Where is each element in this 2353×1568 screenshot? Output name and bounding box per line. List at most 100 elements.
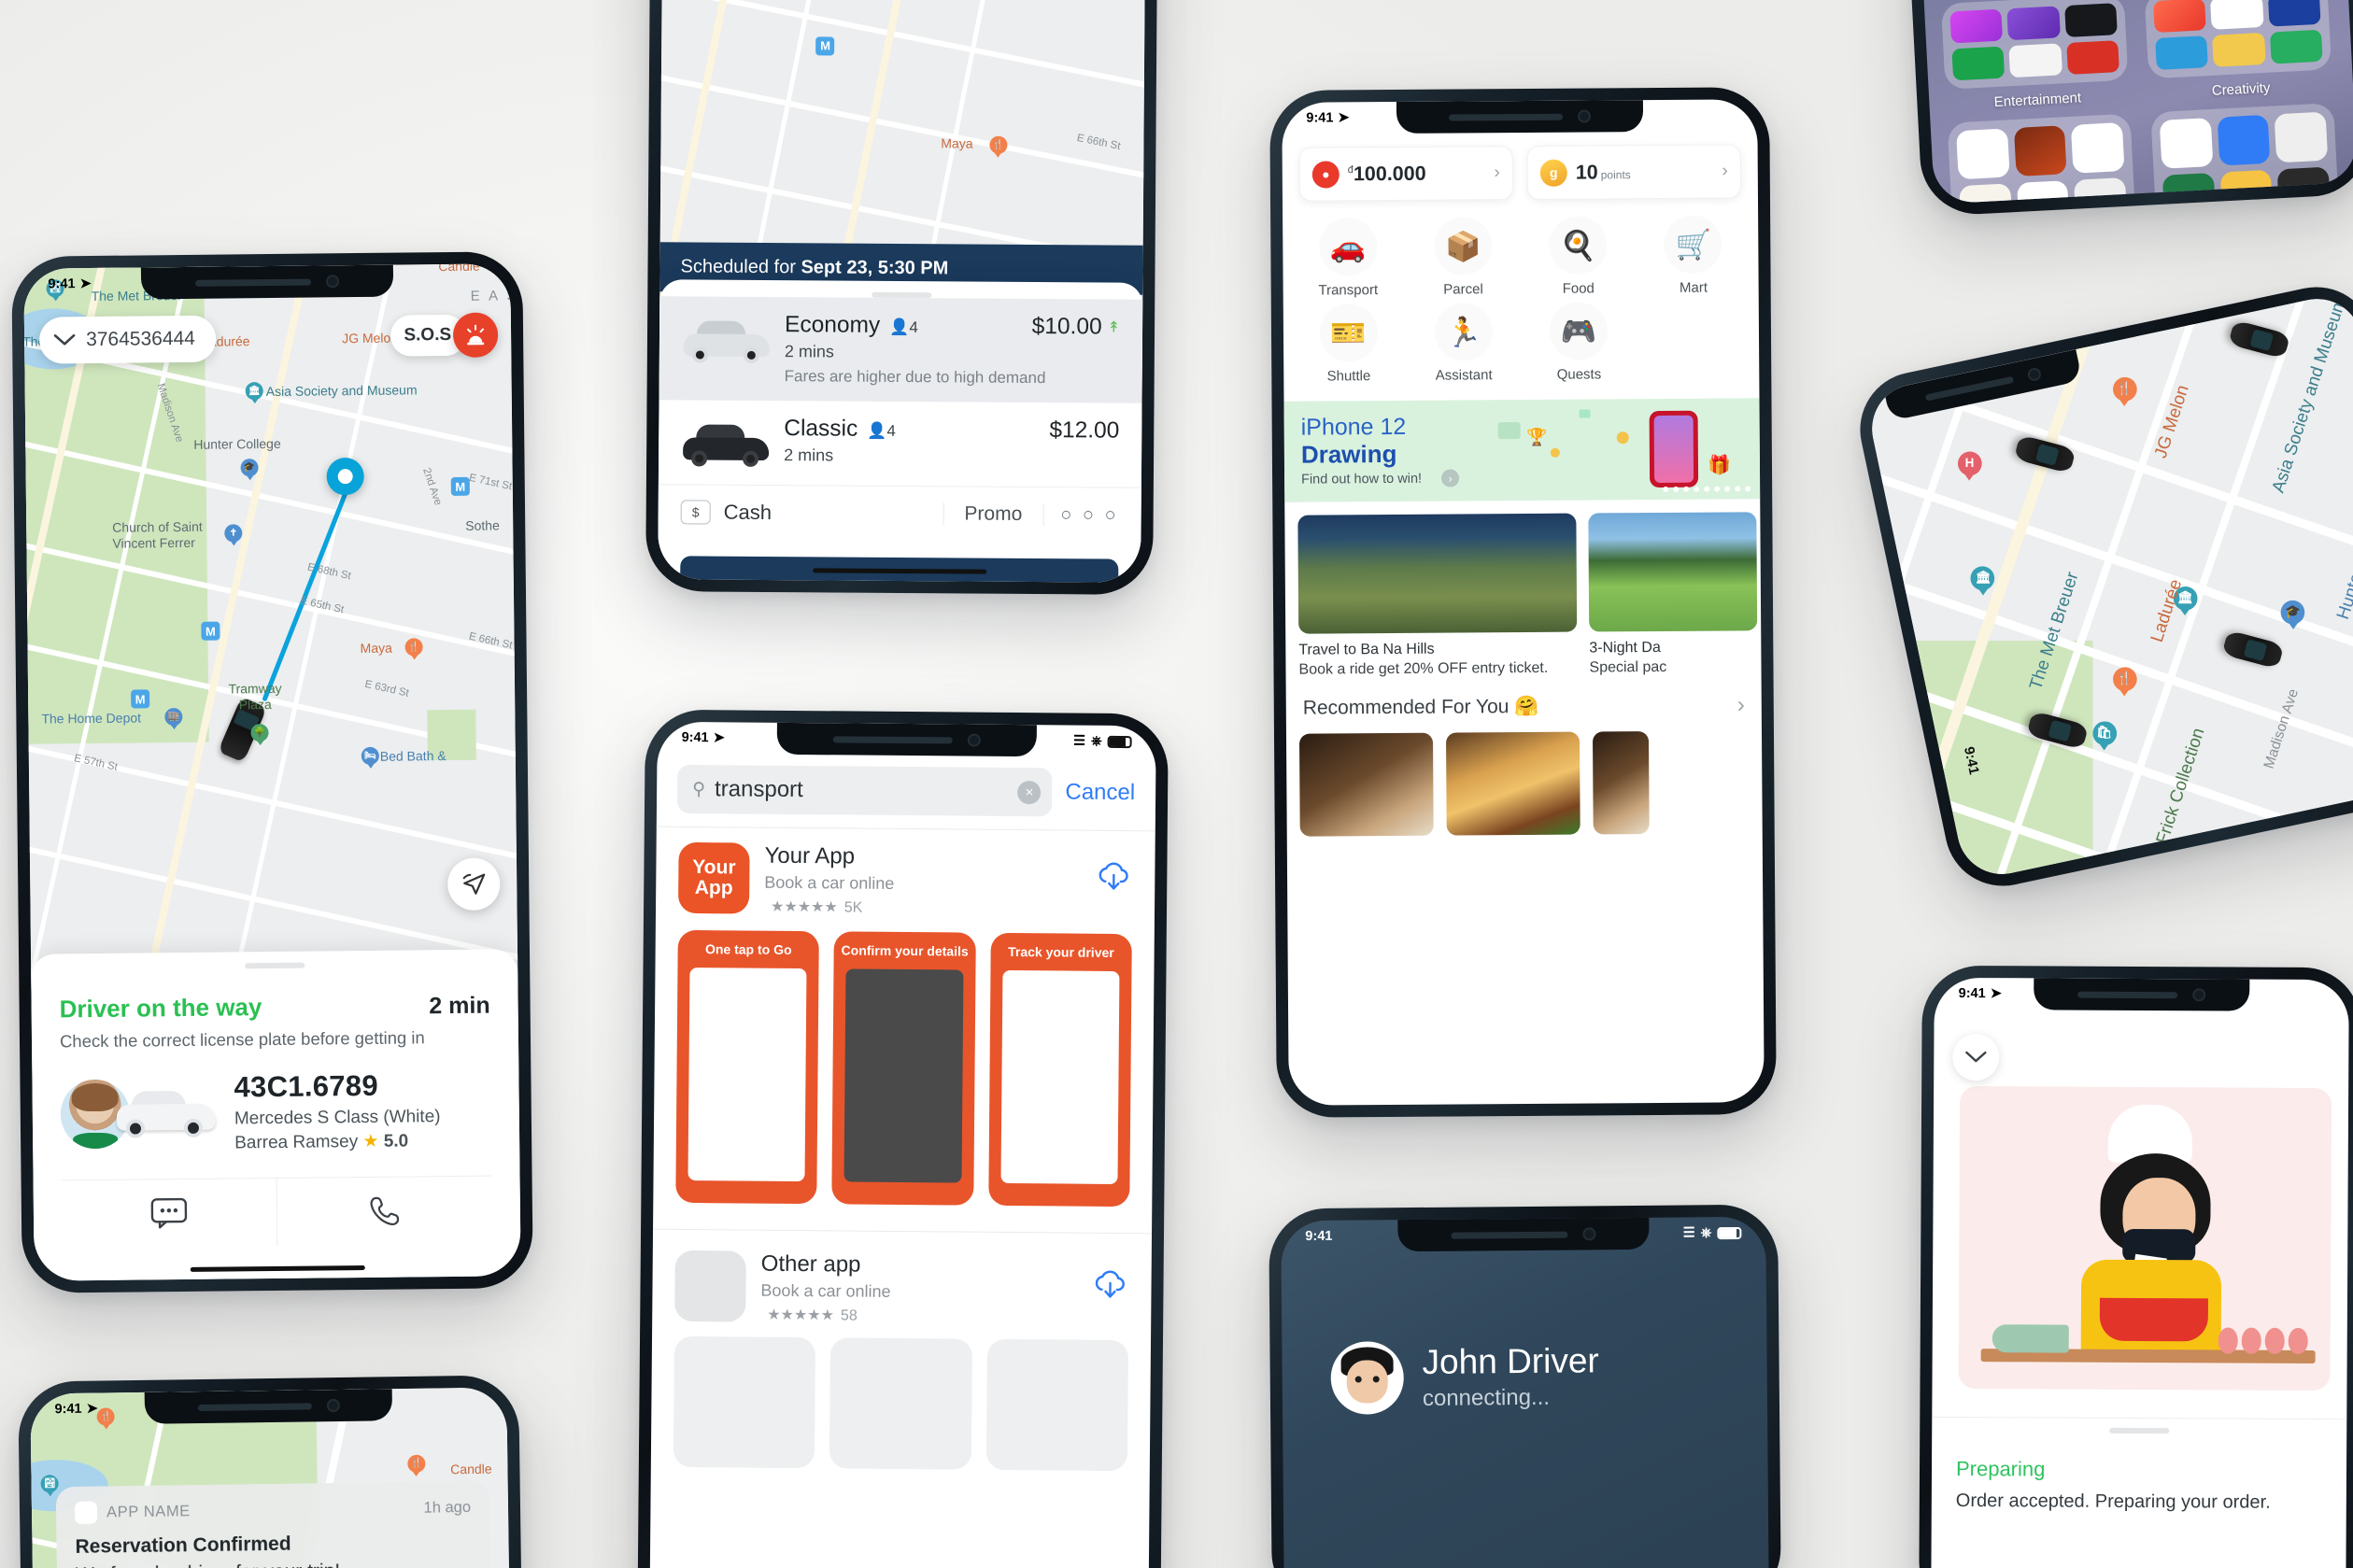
app-icon-google-maps[interactable]: [2159, 118, 2214, 169]
folder-creativity[interactable]: Creativity: [2144, 0, 2333, 102]
travel-image: [1297, 513, 1578, 634]
chevron-right-icon[interactable]: ›: [1737, 692, 1745, 718]
app-icon-other-app: [674, 1250, 746, 1322]
app-icon: [2210, 0, 2264, 30]
app-icon[interactable]: [2162, 172, 2217, 205]
sos-control[interactable]: S.O.S: [390, 312, 499, 358]
clear-search-icon[interactable]: ×: [1017, 780, 1042, 804]
app-icon-google-translate[interactable]: [2217, 114, 2271, 166]
folder-entertainment[interactable]: Entertainment: [1940, 0, 2130, 113]
download-icon[interactable]: [1091, 1267, 1128, 1305]
service-transport[interactable]: 🚗 Transport: [1290, 218, 1406, 299]
service-food[interactable]: 🍳 Food: [1521, 216, 1637, 297]
recommended-item-coffee[interactable]: [1298, 732, 1434, 837]
map-pin-park[interactable]: 🌳: [250, 724, 269, 746]
map-pin-college[interactable]: 🎓: [240, 459, 259, 481]
recenter-button[interactable]: [447, 857, 501, 911]
carousel-dots[interactable]: [1663, 486, 1751, 492]
app-icon[interactable]: [2071, 122, 2125, 174]
map-pin-store[interactable]: 🛏: [361, 746, 379, 770]
wallet-balance-card[interactable]: ● đ100.000 ›: [1298, 146, 1513, 202]
map-pin-college[interactable]: 🎓: [2280, 600, 2305, 629]
banner-line1: iPhone 12: [1300, 413, 1407, 441]
map-pin-poi[interactable]: 🏞: [40, 1474, 59, 1497]
map-pin-restaurant[interactable]: 🍴: [2112, 377, 2137, 408]
chevron-right-icon[interactable]: ›: [1722, 161, 1727, 181]
map-pin-museum[interactable]: 🏛: [1971, 566, 1995, 596]
map-pin-restaurant[interactable]: 🍴: [404, 638, 423, 660]
promo-button[interactable]: Promo: [943, 502, 1043, 527]
app-icon[interactable]: [2016, 180, 2071, 205]
app-icon[interactable]: [2274, 111, 2329, 163]
points-balance: 10 points: [1576, 160, 1722, 184]
app-icon: [2212, 32, 2266, 67]
call-driver-button[interactable]: [276, 1176, 493, 1246]
map-subway-icon: M: [450, 476, 470, 496]
service-quests[interactable]: 🎮 Quests: [1521, 302, 1637, 383]
promo-banner[interactable]: iPhone 12 Drawing Find out how to win! ›…: [1283, 398, 1761, 502]
map-pin-restaurant[interactable]: 🍴: [407, 1454, 426, 1477]
map-pin-shop[interactable]: 🛍: [2091, 721, 2117, 751]
app-screenshot[interactable]: [985, 1338, 1129, 1472]
recommended-item-burger[interactable]: [1445, 731, 1580, 836]
iphone-prize-image: [1649, 410, 1699, 488]
app-icon[interactable]: [2219, 169, 2274, 205]
sheet-grabber[interactable]: [244, 962, 305, 969]
app-screenshot[interactable]: Confirm your details: [831, 931, 976, 1206]
map-pin-museum[interactable]: 🏛: [245, 382, 263, 404]
app-icon[interactable]: [1959, 183, 2013, 205]
app-result-row[interactable]: Other app Book a car online ★★★★★ 58: [652, 1228, 1153, 1328]
service-parcel[interactable]: 📦 Parcel: [1405, 217, 1521, 298]
payment-method-label[interactable]: Cash: [724, 501, 943, 527]
recommended-item[interactable]: [1592, 731, 1650, 835]
chevron-down-icon[interactable]: [52, 328, 77, 352]
app-screenshot[interactable]: One tap to Go: [675, 929, 820, 1205]
message-driver-button[interactable]: [62, 1179, 277, 1248]
more-options-icon[interactable]: ○ ○ ○: [1042, 503, 1119, 527]
service-shuttle[interactable]: 🎫 Shuttle: [1291, 304, 1407, 385]
ride-option-classic[interactable]: Classic 👤4 $12.00 2 mins: [659, 400, 1142, 487]
app-icon-ball-sort[interactable]: [1956, 128, 2010, 180]
payment-icon[interactable]: $: [680, 500, 711, 525]
app-result-row[interactable]: Your App Your App Book a car online ★★★★…: [655, 826, 1155, 920]
app-icon[interactable]: [2276, 166, 2332, 205]
map-pin-restaurant[interactable]: 🍴: [1910, 344, 1935, 374]
app-icon[interactable]: [2074, 177, 2128, 205]
call-status: connecting...: [1422, 1384, 1551, 1411]
search-input[interactable]: ⚲ transport ×: [676, 764, 1053, 817]
sheet-grabber[interactable]: [2109, 1427, 2170, 1434]
app-icon-puzzle[interactable]: [2013, 125, 2067, 177]
map-pin-restaurant[interactable]: 🍴: [2112, 667, 2137, 698]
phone-driver-tracking: M M M 🏛 🍴 🍴 🏛 🎓 ✝ 🍴 🏬 🌳 🛏 🏞 The Frick Co…: [11, 251, 533, 1293]
service-mart[interactable]: 🛒 Mart: [1636, 215, 1751, 296]
app-group-games[interactable]: [1947, 113, 2137, 205]
sos-siren-icon[interactable]: [452, 312, 499, 358]
travel-card[interactable]: Travel to Ba Na Hills Book a ride get 20…: [1297, 513, 1578, 679]
ride-option-eta: 2 mins: [784, 342, 834, 361]
map-pin-store[interactable]: 🏬: [164, 708, 183, 730]
driver-status-row: Driver on the way 2 min: [59, 991, 489, 1024]
app-screenshot[interactable]: [829, 1337, 972, 1470]
notification-banner[interactable]: APP NAME 1h ago Reservation Confirmed We…: [55, 1480, 491, 1568]
cancel-button[interactable]: Cancel: [1065, 780, 1135, 807]
map-pin-restaurant[interactable]: 🍴: [988, 135, 1008, 158]
map-pin-hospital[interactable]: H: [1957, 451, 1982, 482]
map-label: E 71st St: [468, 472, 514, 493]
download-icon[interactable]: [1095, 859, 1132, 897]
travel-card[interactable]: 3-Night Da Special pac: [1588, 512, 1758, 676]
destination-search-bar[interactable]: 3764536444: [38, 315, 217, 364]
service-label: Parcel: [1443, 281, 1483, 298]
map-subway-icon: M: [201, 621, 220, 641]
ride-option-economy[interactable]: Economy 👤4 $10.00 ↟ 2 mins Fares are hig…: [659, 296, 1143, 403]
app-screenshot[interactable]: [673, 1335, 816, 1469]
map-pin-church[interactable]: ✝: [224, 524, 243, 546]
points-balance-card[interactable]: g 10 points ›: [1526, 144, 1741, 200]
collapse-button[interactable]: [1952, 1033, 2000, 1081]
chevron-right-icon[interactable]: ›: [1441, 469, 1460, 487]
chevron-right-icon[interactable]: ›: [1494, 162, 1499, 183]
app-screenshot[interactable]: Track your driver: [987, 932, 1132, 1208]
app-group-google[interactable]: [2150, 103, 2340, 205]
service-assistant[interactable]: 🏃 Assistant: [1406, 303, 1522, 384]
ride-option-price: $12.00: [1049, 417, 1120, 444]
recommended-header[interactable]: Recommended For You 🤗 ›: [1286, 675, 1762, 722]
